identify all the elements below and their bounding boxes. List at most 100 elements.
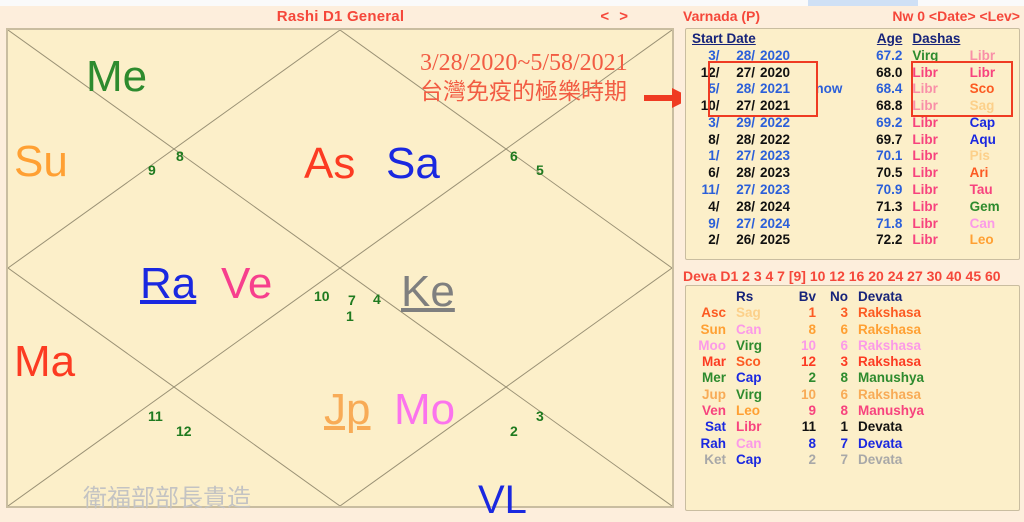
dasha-row[interactable]: 3/28/2020 67.2 Virg Libr xyxy=(686,48,1021,65)
planet-label-su[interactable]: Su xyxy=(14,140,68,184)
varnada-title: Varnada (P) xyxy=(683,8,761,24)
dasha-day: 27/ xyxy=(736,64,756,80)
dasha-row[interactable]: 11/27/2023 70.9 Libr Tau xyxy=(686,182,1021,199)
dasha-now-marker xyxy=(811,148,859,165)
dasha-minor-sign: Leo xyxy=(969,232,994,248)
dasha-row[interactable]: 12/27/2020 68.0 Libr Libr xyxy=(686,65,1021,82)
dasha-row[interactable]: 8/28/2022 69.7 Libr Aqu xyxy=(686,132,1021,149)
planet-label-ra[interactable]: Ra xyxy=(140,262,196,306)
planet-label-as[interactable]: As xyxy=(304,142,355,186)
dasha-age: 70.5 xyxy=(876,165,903,181)
deva-no-value: 6 xyxy=(840,386,848,402)
dasha-month: 4/ xyxy=(708,198,720,214)
deva-sign: Leo xyxy=(736,403,761,419)
deva-planet: Sun xyxy=(700,321,727,337)
dasha-row[interactable]: 3/29/2022 69.2 Libr Cap xyxy=(686,115,1021,132)
dasha-age: 71.3 xyxy=(876,198,903,214)
dasha-row[interactable]: 10/27/2021 68.8 Libr Sag xyxy=(686,98,1021,115)
deva-sign: Sco xyxy=(736,354,761,370)
planet-label-ve[interactable]: Ve xyxy=(221,262,272,306)
dasha-month: 6/ xyxy=(708,165,720,181)
planet-label-vl[interactable]: VL xyxy=(478,480,527,520)
planet-label-mo[interactable]: Mo xyxy=(394,388,455,432)
annotation-line-2: 台灣免疫的極樂時期 xyxy=(420,79,627,105)
deva-row[interactable]: Rah Can 8 7 Devata xyxy=(686,436,1021,452)
deva-planet: Sat xyxy=(704,419,726,435)
house-number-10: 10 xyxy=(314,288,330,304)
deva-devata-name: Manushya xyxy=(858,403,925,419)
deva-row[interactable]: Mar Sco 12 3 Rakshasa xyxy=(686,354,1021,370)
dasha-major-sign: Libr xyxy=(912,182,938,198)
dasha-row[interactable]: 4/28/2024 71.3 Libr Gem xyxy=(686,199,1021,216)
deva-row[interactable]: Sun Can 8 6 Rakshasa xyxy=(686,322,1021,338)
dasha-minor-sign: Cap xyxy=(969,114,996,130)
side-panels: Varnada (P) Nw 0 <Date> <Lev> Start Date… xyxy=(681,6,1024,511)
dasha-row[interactable]: 2/26/2025 72.2 Libr Leo xyxy=(686,232,1021,249)
dasha-year: 2021 xyxy=(760,98,791,114)
dasha-table-box[interactable]: Start Date Age Dashas 3/28/2020 67.2 Virg L… xyxy=(685,28,1020,260)
deva-table-box[interactable]: Rs Bv No Devata Asc Sag 1 3 Rakshasa Sun Can 8 6… xyxy=(685,285,1020,511)
deva-no-value: 6 xyxy=(840,321,848,337)
deva-sign: Libr xyxy=(736,419,762,435)
dasha-month: 8/ xyxy=(708,131,720,147)
deva-planet: Mer xyxy=(701,370,726,386)
dasha-now-marker xyxy=(811,132,859,149)
deva-no-value: 7 xyxy=(840,435,848,451)
deva-row[interactable]: Ven Leo 9 8 Manushya xyxy=(686,403,1021,419)
dasha-now-marker: now xyxy=(815,81,843,97)
dasha-now-marker xyxy=(811,182,859,199)
planet-label-me[interactable]: Me xyxy=(86,55,147,99)
deva-row[interactable]: Mer Cap 2 8 Manushya xyxy=(686,370,1021,386)
annotation-line-1: 3/28/2020~5/58/2021 xyxy=(420,50,628,76)
dasha-row[interactable]: 1/27/2023 70.1 Libr Pis xyxy=(686,148,1021,165)
planet-label-sa[interactable]: Sa xyxy=(386,142,440,186)
nw-date-lev-control[interactable]: Nw 0 <Date> <Lev> xyxy=(892,8,1020,24)
north-indian-chart[interactable]: Me Su As Sa Ra Ve Ke Ma Jp Mo VL 8 9 6 5 7 10 4 1 11 12 2 3 衛… xyxy=(6,28,692,520)
dasha-age: 71.8 xyxy=(876,215,903,231)
chart-nav-arrows[interactable]: < > xyxy=(600,8,631,25)
dasha-year: 2021 xyxy=(760,81,791,97)
dasha-now-marker xyxy=(811,98,859,115)
header-age: Age xyxy=(876,31,903,46)
dasha-month: 3/ xyxy=(708,114,720,130)
header-bv: Bv xyxy=(798,289,816,304)
dasha-row[interactable]: 6/28/2023 70.5 Libr Ari xyxy=(686,165,1021,182)
dasha-year: 2025 xyxy=(760,232,791,248)
deva-devata-name: Manushya xyxy=(858,370,925,386)
deva-devata-name: Devata xyxy=(858,435,903,451)
deva-sign: Can xyxy=(736,435,762,451)
house-number-3: 3 xyxy=(536,408,544,424)
deva-sign: Virg xyxy=(736,386,763,402)
deva-devata-name: Rakshasa xyxy=(858,354,922,370)
dasha-day: 27/ xyxy=(736,148,756,164)
deva-devata-name: Rakshasa xyxy=(858,386,922,402)
dasha-major-sign: Libr xyxy=(912,215,938,231)
deva-row[interactable]: Asc Sag 1 3 Rakshasa xyxy=(686,305,1021,321)
dasha-now-marker xyxy=(811,115,859,132)
deva-planet: Rah xyxy=(700,435,726,451)
planet-label-ke[interactable]: Ke xyxy=(401,270,455,314)
planet-label-jp[interactable]: Jp xyxy=(324,388,370,432)
deva-row[interactable]: Sat Libr 11 1 Devata xyxy=(686,419,1021,435)
header-now-spacer xyxy=(811,31,859,48)
dasha-major-sign: Libr xyxy=(912,232,938,248)
dasha-row[interactable]: 5/28/2021 now 68.4 Libr Sco xyxy=(686,81,1021,98)
dasha-minor-sign: Aqu xyxy=(969,131,996,147)
deva-row[interactable]: Moo Virg 10 6 Rakshasa xyxy=(686,338,1021,354)
deva-row[interactable]: Jup Virg 10 6 Rakshasa xyxy=(686,387,1021,403)
dasha-major-sign: Libr xyxy=(912,81,938,97)
house-number-2: 2 xyxy=(510,423,518,439)
deva-title: Deva D1 2 3 4 7 [9] 10 12 16 20 24 27 30… xyxy=(683,268,1001,284)
dasha-month: 3/ xyxy=(708,47,720,63)
dasha-major-sign: Virg xyxy=(912,47,939,63)
dasha-now-marker xyxy=(811,48,859,65)
dasha-day: 28/ xyxy=(736,165,756,181)
dasha-age: 72.2 xyxy=(876,232,903,248)
planet-label-ma[interactable]: Ma xyxy=(14,340,75,384)
dasha-row[interactable]: 9/27/2024 71.8 Libr Can xyxy=(686,216,1021,233)
deva-sign: Virg xyxy=(736,337,763,353)
deva-row[interactable]: Ket Cap 2 7 Devata xyxy=(686,452,1021,468)
dasha-age: 70.1 xyxy=(876,148,903,164)
dasha-age: 69.2 xyxy=(876,114,903,130)
dasha-major-sign: Libr xyxy=(912,198,938,214)
